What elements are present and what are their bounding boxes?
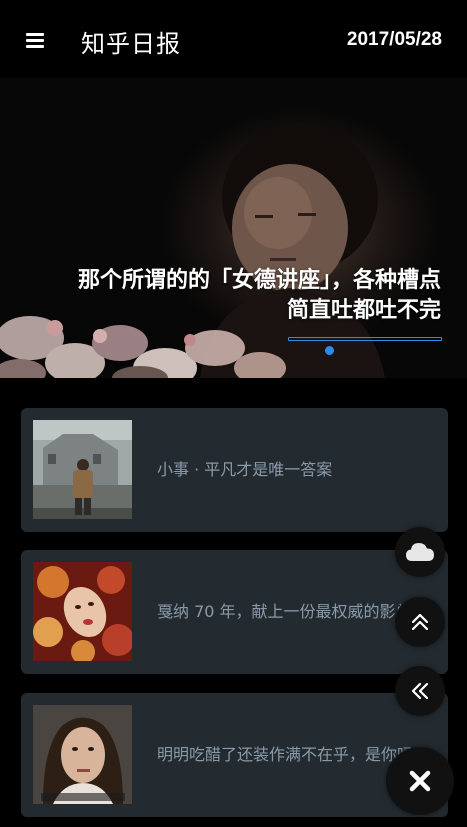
close-icon <box>409 770 431 792</box>
app-title: 知乎日报 <box>81 30 181 58</box>
story-thumbnail <box>33 562 132 661</box>
top-bar: 知乎日报 2017/05/28 <box>0 0 467 78</box>
story-title: 戛纳 70 年，献上一份最权威的影单 <box>157 602 412 621</box>
scroll-to-top-button[interactable] <box>395 597 445 647</box>
story-card[interactable]: 明明吃醋了还装作满不在乎，是你吗？ <box>21 693 448 817</box>
story-thumbnail <box>33 705 132 804</box>
story-card[interactable]: 戛纳 70 年，献上一份最权威的影单 <box>21 550 448 674</box>
collapse-button[interactable] <box>395 666 445 716</box>
hero-banner[interactable]: 那个所谓的的「女德讲座」，各种槽点简直吐都吐不完 <box>0 78 467 378</box>
story-title: 小事 · 平凡才是唯一答案 <box>157 460 333 479</box>
hero-image <box>0 123 385 378</box>
cloud-button[interactable] <box>395 527 445 577</box>
cloud-icon <box>406 543 434 561</box>
hamburger-menu-icon[interactable] <box>26 32 46 48</box>
hero-title[interactable]: 那个所谓的的「女德讲座」，各种槽点简直吐都吐不完 <box>71 266 441 326</box>
date-label: 2017/05/28 <box>346 29 442 50</box>
carousel-indicator-dot[interactable] <box>325 346 334 355</box>
double-chevron-up-icon <box>411 613 429 631</box>
close-button[interactable] <box>386 747 454 815</box>
double-chevron-left-icon <box>411 682 429 700</box>
hero-title-underline <box>288 337 442 341</box>
story-thumbnail <box>33 420 132 519</box>
story-card[interactable]: 小事 · 平凡才是唯一答案 <box>21 408 448 532</box>
